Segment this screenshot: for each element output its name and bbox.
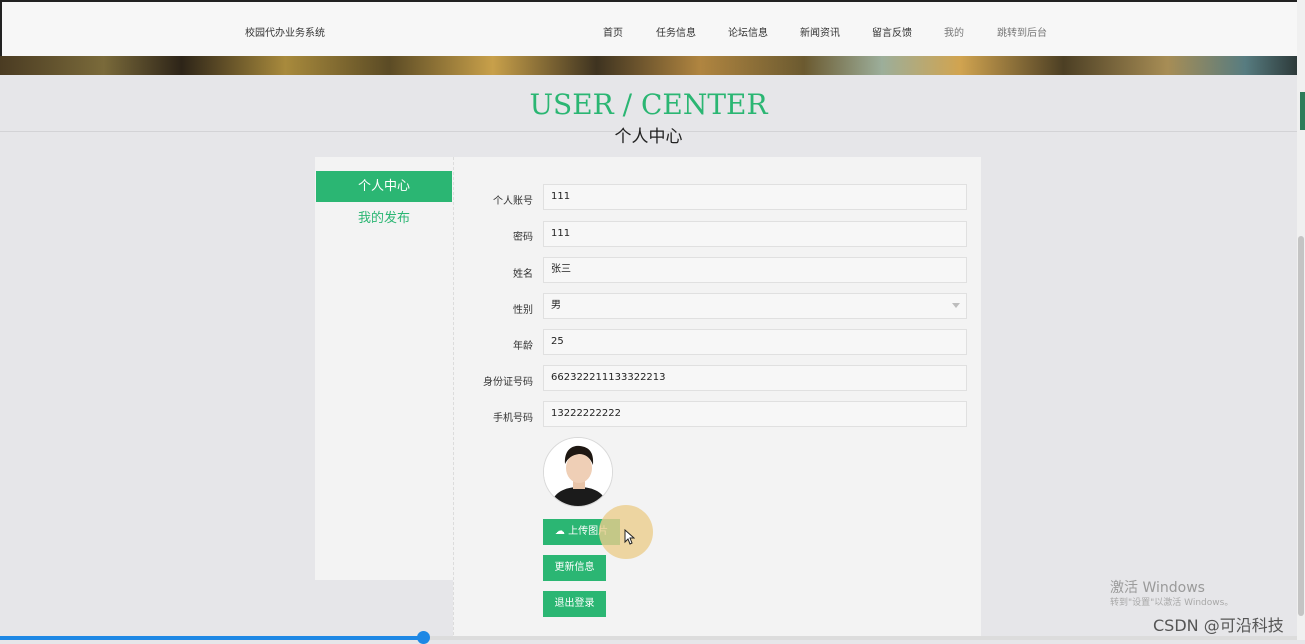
scrollbar-thumb[interactable] bbox=[1298, 236, 1304, 616]
name-field[interactable]: 张三 bbox=[543, 257, 967, 283]
id-number-label: 身份证号码 bbox=[483, 377, 533, 388]
video-progress-fill bbox=[0, 636, 424, 640]
nav-forum[interactable]: 论坛信息 bbox=[728, 24, 768, 39]
logout-button[interactable]: 退出登录 bbox=[543, 591, 606, 617]
gender-select[interactable]: 男 bbox=[543, 293, 967, 319]
account-field[interactable]: 111 bbox=[543, 184, 967, 210]
password-label: 密码 bbox=[513, 232, 533, 243]
windows-activation-watermark: 激活 Windows bbox=[1110, 580, 1205, 596]
name-label: 姓名 bbox=[513, 269, 533, 280]
id-number-field[interactable]: 662322211133322213 bbox=[543, 365, 967, 391]
nav-home[interactable]: 首页 bbox=[603, 24, 623, 39]
video-progress-handle[interactable] bbox=[417, 631, 430, 644]
gender-label: 性别 bbox=[513, 305, 533, 316]
scrollbar-marker bbox=[1300, 92, 1305, 130]
site-title: 校园代办业务系统 bbox=[245, 28, 325, 39]
mouse-cursor-icon bbox=[624, 528, 636, 549]
cloud-upload-icon: ☁ bbox=[554, 526, 565, 537]
banner-image bbox=[0, 56, 1297, 75]
page-title-en: USER / CENTER bbox=[529, 88, 768, 121]
nav-admin[interactable]: 跳转到后台 bbox=[997, 24, 1047, 39]
phone-field[interactable]: 13222222222 bbox=[543, 401, 967, 427]
user-avatar-icon bbox=[544, 438, 612, 506]
password-field[interactable]: 111 bbox=[543, 221, 967, 247]
windows-activation-hint: 转到"设置"以激活 Windows。 bbox=[1110, 598, 1234, 608]
chevron-down-icon bbox=[952, 303, 960, 308]
top-navbar bbox=[0, 0, 1297, 56]
age-field[interactable]: 25 bbox=[543, 329, 967, 355]
update-info-button[interactable]: 更新信息 bbox=[543, 555, 606, 581]
age-label: 年龄 bbox=[513, 341, 533, 352]
nav-feedback[interactable]: 留言反馈 bbox=[872, 24, 912, 39]
nav-tasks[interactable]: 任务信息 bbox=[656, 24, 696, 39]
account-label: 个人账号 bbox=[493, 196, 533, 207]
page-title-cn: 个人中心 bbox=[614, 127, 683, 147]
nav-news[interactable]: 新闻资讯 bbox=[800, 24, 840, 39]
nav-mine[interactable]: 我的 bbox=[944, 24, 964, 39]
sidebar-item-my-posts[interactable]: 我的发布 bbox=[316, 207, 452, 226]
sidebar-item-profile[interactable]: 个人中心 bbox=[316, 171, 452, 202]
csdn-watermark: CSDN @可沿科技 bbox=[1153, 616, 1284, 635]
avatar bbox=[543, 437, 613, 507]
phone-label: 手机号码 bbox=[493, 413, 533, 424]
